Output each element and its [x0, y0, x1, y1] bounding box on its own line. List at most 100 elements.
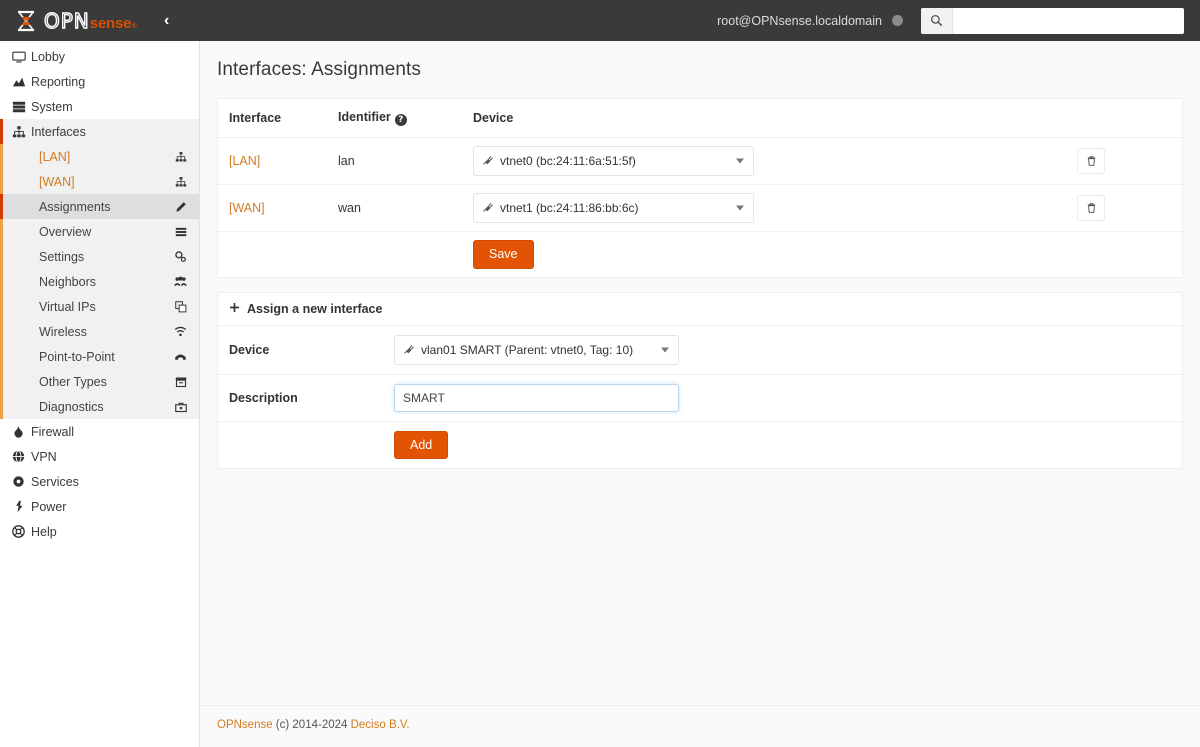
brand-name-opn: OPN — [43, 8, 90, 33]
sidebar-item-firewall[interactable]: Firewall — [0, 419, 199, 444]
sidebar-subitem-label: Other Types — [39, 374, 107, 389]
search-icon[interactable] — [921, 7, 953, 34]
sidebar-item-services[interactable]: Services — [0, 469, 199, 494]
device-select-lan[interactable]: vtnet0 (bc:24:11:6a:51:5f) — [473, 146, 754, 176]
description-input[interactable] — [394, 383, 679, 412]
assign-new-title: Assign a new interface — [247, 301, 383, 316]
main-sidebar: Lobby Reporting System Interfaces [LAN] — [0, 41, 200, 747]
sidebar-item-reporting[interactable]: Reporting — [0, 69, 199, 94]
row-actions-cell — [1067, 184, 1182, 232]
sidebar-item-overview[interactable]: Overview — [0, 219, 199, 244]
sidebar-item-neighbors[interactable]: Neighbors — [0, 269, 199, 294]
footer-deciso-link[interactable]: Deciso B.V. — [351, 719, 410, 731]
brand-name-sense: sense — [89, 14, 132, 32]
sidebar-item-vpn[interactable]: VPN — [0, 444, 199, 469]
sidebar-item-lan[interactable]: [LAN] — [0, 144, 199, 169]
sidebar-subitem-label: Point-to-Point — [39, 349, 115, 364]
empty-cell-b — [328, 232, 463, 277]
list-icon — [175, 226, 187, 238]
row-identifier-cell: wan — [328, 184, 463, 232]
add-button-row: Add — [218, 422, 1182, 469]
plug-icon — [482, 155, 494, 167]
interface-link-wan[interactable]: [WAN] — [229, 201, 265, 215]
question-circle-icon[interactable]: ? — [394, 114, 407, 126]
sidebar-item-virtual-ips[interactable]: Virtual IPs — [0, 294, 199, 319]
sidebar-subitem-label: Assignments — [39, 199, 111, 214]
trash-icon — [1087, 203, 1095, 213]
footer-opnsense-link[interactable]: OPNsense — [217, 719, 273, 731]
sidebar-subitem-label: Virtual IPs — [39, 299, 96, 314]
plug-icon — [403, 344, 415, 356]
delete-row-button-wan[interactable] — [1077, 195, 1105, 221]
device-form-row: Device vlan01 SMART (Parent: vtnet0, Tag… — [218, 326, 1182, 375]
header-right-group: root@OPNsense.localdomain — [717, 7, 1200, 34]
assignments-panel: Interface Identifier? Device [LAN] lan v… — [217, 98, 1183, 278]
sidebar-item-label: System — [31, 99, 73, 114]
chevron-down-icon — [661, 347, 669, 352]
pencil-icon — [175, 201, 187, 213]
save-button[interactable]: Save — [473, 240, 534, 269]
chevron-left-icon: ‹ — [164, 11, 170, 29]
add-button[interactable]: Add — [394, 430, 449, 459]
globe-icon — [12, 450, 31, 463]
sidebar-subitem-label: Neighbors — [39, 274, 96, 289]
column-header-interface: Interface — [218, 99, 328, 138]
toolbox-icon — [175, 401, 187, 413]
sidebar-subitem-label: [WAN] — [39, 174, 75, 189]
archive-icon — [175, 376, 187, 388]
monitor-icon — [12, 50, 31, 64]
brand-logo[interactable]: OPN sense ® — [0, 10, 150, 32]
column-header-identifier-text: Identifier — [338, 110, 391, 124]
delete-row-button-lan[interactable] — [1077, 148, 1105, 174]
sidebar-item-other-types[interactable]: Other Types — [0, 369, 199, 394]
sidebar-item-settings[interactable]: Settings — [0, 244, 199, 269]
sidebar-collapse-button[interactable]: ‹ — [158, 9, 175, 33]
column-header-actions — [1067, 99, 1182, 138]
sidebar-item-help[interactable]: Help — [0, 519, 199, 544]
sidebar-item-lobby[interactable]: Lobby — [0, 44, 199, 69]
status-indicator-dot — [892, 15, 903, 26]
footer-copyright-text: (c) 2014-2024 — [272, 719, 351, 731]
global-search[interactable] — [921, 7, 1184, 34]
clone-icon — [175, 300, 187, 313]
sitemap-icon — [12, 125, 31, 139]
sidebar-item-interfaces[interactable]: Interfaces — [0, 119, 199, 144]
sidebar-item-assignments[interactable]: Assignments — [0, 194, 199, 219]
row-interface-cell: [LAN] — [218, 137, 328, 185]
sidebar-item-point-to-point[interactable]: Point-to-Point — [0, 344, 199, 369]
plug-icon — [12, 500, 31, 513]
save-cell: Save — [463, 232, 1067, 277]
empty-cell-c — [1067, 232, 1182, 277]
sidebar-item-power[interactable]: Power — [0, 494, 199, 519]
sidebar-subitem-label: Overview — [39, 224, 92, 239]
description-form-row: Description — [218, 375, 1182, 422]
device-field-label: Device — [229, 342, 270, 357]
column-header-identifier: Identifier? — [328, 99, 463, 138]
brand-registered-mark: ® — [131, 22, 137, 30]
life-ring-icon — [12, 525, 31, 538]
sitemap-icon — [175, 176, 187, 188]
row-interface-cell: [WAN] — [218, 184, 328, 232]
gears-icon — [174, 250, 187, 263]
row-device-cell: vtnet1 (bc:24:11:86:bb:6c) — [463, 184, 1067, 232]
sidebar-item-diagnostics[interactable]: Diagnostics — [0, 394, 199, 419]
sidebar-item-wan[interactable]: [WAN] — [0, 169, 199, 194]
sidebar-item-label: Power — [31, 499, 67, 514]
interface-link-lan[interactable]: [LAN] — [229, 154, 260, 168]
users-icon — [174, 275, 187, 288]
empty-cell-a — [218, 232, 328, 277]
plus-icon — [229, 302, 240, 315]
sidebar-item-system[interactable]: System — [0, 94, 199, 119]
sidebar-item-label: VPN — [31, 449, 57, 464]
sidebar-item-label: Help — [31, 524, 57, 539]
sidebar-item-label: Interfaces — [31, 124, 86, 139]
chevron-down-icon — [736, 205, 744, 211]
search-input[interactable] — [953, 7, 1184, 34]
chart-area-icon — [12, 75, 31, 89]
sidebar-item-wireless[interactable]: Wireless — [0, 319, 199, 344]
opnsense-logo-icon — [15, 10, 37, 32]
new-device-select[interactable]: vlan01 SMART (Parent: vtnet0, Tag: 10) — [394, 334, 679, 365]
device-select-wan[interactable]: vtnet1 (bc:24:11:86:bb:6c) — [473, 193, 754, 223]
sidebar-item-label: Reporting — [31, 74, 86, 89]
sidebar-item-label: Firewall — [31, 424, 75, 439]
